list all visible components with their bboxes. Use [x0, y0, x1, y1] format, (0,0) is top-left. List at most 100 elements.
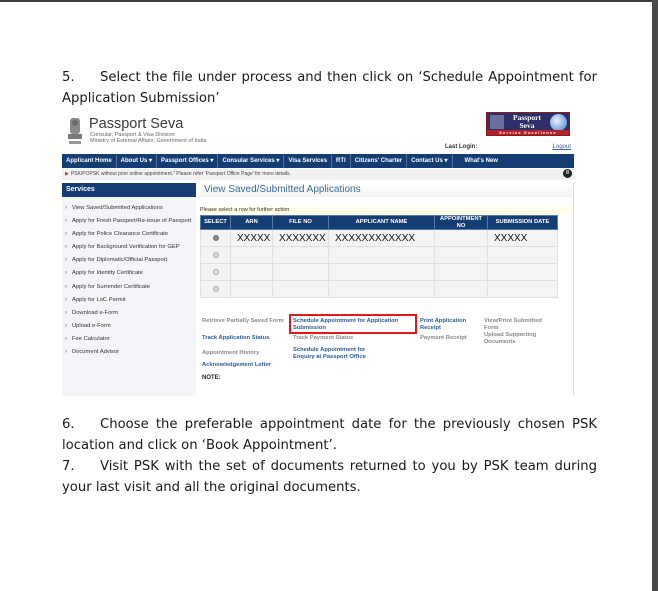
- national-emblem-icon: [68, 118, 82, 144]
- nav-rti[interactable]: RTI: [332, 154, 351, 168]
- nav-visa-services[interactable]: Visa Services: [284, 154, 333, 168]
- row-radio[interactable]: [212, 251, 219, 258]
- retrieve-saved-form-link[interactable]: Retrieve Partially Saved Form: [202, 318, 287, 325]
- services-sidebar: Services › View Saved/Submitted Applicati…: [62, 183, 196, 396]
- sidebar-title: Services: [62, 183, 196, 197]
- chevron-right-icon: ›: [65, 296, 67, 303]
- sidebar-item-label: Apply for Diplomatic/Official Passport: [72, 257, 168, 264]
- schedule-appointment-submission-link[interactable]: Schedule Appointment for Application Sub…: [293, 318, 417, 331]
- sidebar-item[interactable]: › View Saved/Submitted Applications: [62, 203, 196, 215]
- brand-title: Passport Seva: [89, 116, 184, 132]
- cell-date: [487, 280, 558, 298]
- cell-appt: [434, 246, 488, 264]
- sidebar-item[interactable]: › Apply for Background Verification for G…: [62, 242, 196, 254]
- chevron-right-icon: ›: [65, 335, 67, 342]
- emblem-icon: [490, 115, 504, 129]
- sidebar-item-label: View Saved/Submitted Applications: [72, 205, 163, 211]
- table-row[interactable]: [200, 280, 558, 298]
- upload-supporting-documents-link[interactable]: Upload Supporting Documents: [484, 332, 550, 345]
- sidebar-item[interactable]: › Fee Calculator: [62, 334, 196, 346]
- viewer-scrollbar[interactable]: [652, 0, 658, 591]
- cell-file-no: XXXXXXX: [272, 229, 329, 247]
- note-label: NOTE:: [202, 375, 221, 381]
- table-instruction: Please select a row for further action: [200, 207, 574, 214]
- viewer-top-border: [0, 0, 658, 2]
- chevron-right-icon: ›: [65, 205, 67, 211]
- cell-appt: [434, 229, 488, 247]
- sidebar-item[interactable]: › Apply for LoC Permit: [62, 295, 196, 307]
- passport-seva-logo: Passport Seva Service Excellence: [486, 112, 570, 136]
- content-divider: [573, 183, 574, 396]
- globe-icon: [550, 114, 567, 131]
- site-header: Passport Seva Consular, Passport & Visa …: [62, 112, 574, 154]
- step-7-paragraph: 7. Visit PSK with the set of documents re…: [62, 457, 597, 498]
- last-login-label: Last Login:: [445, 144, 478, 150]
- notice-ticker: ▶ PSK/POPSK without prior online appointm…: [62, 169, 574, 180]
- row-radio[interactable]: [212, 268, 219, 275]
- logout-link[interactable]: Logout: [553, 144, 571, 150]
- step-number: 6.: [62, 417, 75, 432]
- nav-about-us[interactable]: About Us ▾: [117, 154, 158, 168]
- sidebar-item[interactable]: › Apply for Fresh Passport/Re-issue of Pa…: [62, 216, 196, 228]
- nav-contact-us[interactable]: Contact Us ▾: [407, 154, 453, 168]
- col-select: SELECT: [200, 215, 231, 230]
- cell-arn: [230, 263, 273, 281]
- cell-file-no: [272, 246, 329, 264]
- cell-arn: [230, 280, 273, 298]
- step-text: Choose the preferable appointment date f…: [62, 417, 597, 453]
- chevron-right-icon: ›: [65, 270, 67, 277]
- nav-passport-offices[interactable]: Passport Offices ▾: [157, 154, 219, 168]
- sidebar-item-label: Apply for Background Verification for GE…: [72, 244, 180, 251]
- nav-applicant-home[interactable]: Applicant Home: [62, 154, 117, 168]
- cell-appt: [434, 263, 488, 281]
- acknowledgement-letter-link[interactable]: Acknowledgement Letter: [202, 362, 292, 369]
- sidebar-item[interactable]: › Apply for Surrender Certificate: [62, 282, 196, 294]
- pause-icon[interactable]: II: [563, 169, 572, 178]
- track-payment-status-link[interactable]: Track Payment Status: [293, 335, 403, 342]
- track-application-status-link[interactable]: Track Application Status: [202, 335, 292, 342]
- logo-text: Passport Seva: [513, 113, 541, 130]
- nav-citizens-charter[interactable]: Citizens' Charter: [351, 154, 408, 168]
- cell-file-no: [272, 263, 329, 281]
- sidebar-item-label: Apply for Fresh Passport/Re-issue of Pas…: [72, 218, 192, 225]
- sidebar-item-label: Apply for Surrender Certificate: [72, 283, 150, 290]
- passport-seva-screenshot: Passport Seva Consular, Passport & Visa …: [62, 112, 574, 396]
- table-row[interactable]: [200, 263, 558, 281]
- chevron-right-icon: ›: [65, 309, 67, 316]
- select-cell: [200, 263, 231, 281]
- chevron-right-icon: ›: [65, 244, 67, 251]
- sidebar-item-label: Upload e-Form: [72, 322, 111, 329]
- schedule-appointment-enquiry-link[interactable]: Schedule Appointment for Enquiry at Pass…: [293, 347, 385, 360]
- chevron-right-icon: ›: [65, 349, 67, 356]
- cell-arn: XXXXX: [230, 229, 273, 247]
- chevron-right-icon: ›: [65, 322, 67, 329]
- view-print-submitted-form-link[interactable]: View/Print Submitted Form: [484, 318, 556, 331]
- appointment-history-link[interactable]: Appointment History: [202, 350, 287, 357]
- nav-consular-services[interactable]: Consular Services ▾: [218, 154, 285, 168]
- table-row[interactable]: [200, 246, 558, 264]
- sidebar-item-label: Apply for LoC Permit: [72, 296, 126, 303]
- cell-name: [328, 263, 435, 281]
- chevron-right-icon: ›: [65, 257, 67, 264]
- chevron-right-icon: ›: [65, 283, 67, 290]
- sidebar-item[interactable]: › Download e-Form: [62, 308, 196, 320]
- table-row[interactable]: XXXXX XXXXXXX XXXXXXXXXXXX XXXXX: [200, 229, 558, 247]
- main-nav: Applicant Home About Us ▾ Passport Offic…: [62, 154, 574, 168]
- sidebar-item[interactable]: › Document Advisor: [62, 347, 196, 359]
- cell-date: [487, 246, 558, 264]
- sidebar-item[interactable]: › Apply for Diplomatic/Official Passport: [62, 255, 196, 267]
- step-text: Select the file under process and then c…: [62, 70, 597, 106]
- sidebar-item[interactable]: › Upload e-Form: [62, 321, 196, 333]
- col-applicant-name: APPLICANT NAME: [328, 215, 435, 230]
- print-application-receipt-link[interactable]: Print Application Receipt: [420, 318, 480, 331]
- sidebar-item[interactable]: › Apply for Identity Certificate: [62, 268, 196, 280]
- chevron-right-icon: ›: [65, 231, 67, 238]
- row-radio[interactable]: [212, 234, 219, 241]
- sidebar-item-label: Document Advisor: [72, 349, 120, 356]
- sidebar-item[interactable]: › Apply for Police Clearance Certificate: [62, 229, 196, 241]
- row-radio[interactable]: [212, 285, 219, 292]
- nav-whats-new[interactable]: What's New: [453, 154, 510, 168]
- payment-receipt-link[interactable]: Payment Receipt: [420, 335, 480, 342]
- col-arn: ARN: [230, 215, 273, 230]
- sidebar-item-label: Apply for Identity Certificate: [72, 270, 143, 277]
